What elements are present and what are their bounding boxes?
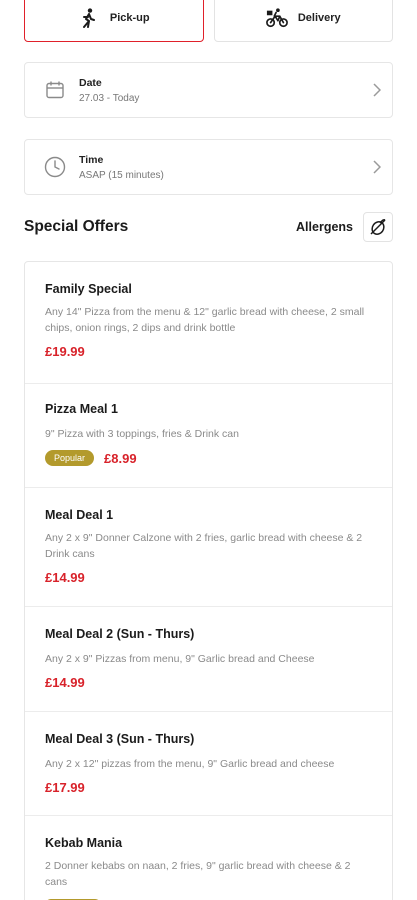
offer-description: Any 2 x 9" Pizzas from menu, 9" Garlic b…	[45, 653, 315, 665]
offer-item[interactable]: Meal Deal 3 (Sun - Thurs) Any 2 x 12" pi…	[25, 712, 392, 816]
offer-description: Any 14" Pizza from the menu & 12" garlic…	[45, 306, 365, 334]
delivery-cyclist-icon	[265, 7, 288, 29]
offer-price: £14.99	[45, 570, 85, 585]
allergens-button[interactable]	[363, 212, 393, 242]
offer-item[interactable]: Meal Deal 1 Any 2 x 9" Donner Calzone wi…	[25, 488, 392, 607]
offer-name: Meal Deal 2 (Sun - Thurs)	[45, 627, 195, 641]
offer-name: Meal Deal 1	[45, 508, 114, 522]
calendar-icon	[43, 78, 67, 102]
offer-price-row: Popular £8.99	[45, 450, 372, 466]
order-mode-selector: Pick-up Delivery	[24, 0, 393, 42]
time-selector[interactable]: Time ASAP (15 minutes)	[24, 139, 393, 195]
pickup-label: Pick-up	[109, 12, 150, 24]
popular-badge: Popular	[45, 450, 95, 466]
delivery-button[interactable]: Delivery	[213, 0, 393, 42]
offer-description: Any 2 x 12" pizzas from the menu, 9" Gar…	[45, 758, 335, 770]
offer-price: £19.99	[45, 344, 85, 359]
offer-price: £17.99	[45, 780, 85, 795]
date-text: Date 27.03 - Today	[79, 77, 362, 104]
offer-name: Family Special	[45, 282, 132, 296]
allergens-label: Allergens	[296, 220, 353, 234]
offer-name: Meal Deal 3 (Sun - Thurs)	[45, 732, 195, 746]
offer-item[interactable]: Meal Deal 2 (Sun - Thurs) Any 2 x 9" Piz…	[25, 607, 392, 712]
date-selector[interactable]: Date 27.03 - Today	[24, 62, 393, 118]
offer-name: Kebab Mania	[45, 836, 123, 850]
chevron-right-icon	[362, 160, 392, 174]
special-offers-title: Special Offers	[24, 218, 129, 235]
time-title: Time	[79, 153, 104, 166]
time-value: ASAP (15 minutes)	[79, 169, 164, 181]
allergens-icon	[370, 219, 386, 235]
chevron-right-icon	[362, 83, 392, 97]
walking-person-icon	[78, 7, 100, 29]
time-text: Time ASAP (15 minutes)	[79, 154, 362, 181]
offer-price: £8.99	[104, 450, 137, 466]
offer-name: Pizza Meal 1	[45, 402, 118, 416]
offer-description: Any 2 x 9" Donner Calzone with 2 fries, …	[45, 532, 363, 560]
clock-icon	[43, 155, 67, 179]
pickup-button[interactable]: Pick-up	[24, 0, 204, 42]
date-title: Date	[79, 76, 102, 89]
offer-item[interactable]: Family Special Any 14" Pizza from the me…	[25, 262, 392, 384]
offer-item[interactable]: Kebab Mania 2 Donner kebabs on naan, 2 f…	[25, 816, 392, 900]
date-value: 27.03 - Today	[79, 92, 140, 104]
offer-item[interactable]: Pizza Meal 1 9" Pizza with 3 toppings, f…	[25, 384, 392, 488]
delivery-label: Delivery	[297, 12, 341, 24]
offer-description: 9" Pizza with 3 toppings, fries & Drink …	[45, 428, 239, 440]
special-offers-list: Family Special Any 14" Pizza from the me…	[24, 261, 393, 900]
special-offers-header: Special Offers Allergens	[24, 212, 393, 242]
offer-price: £14.99	[45, 675, 85, 690]
offer-description: 2 Donner kebabs on naan, 2 fries, 9" gar…	[45, 860, 351, 888]
